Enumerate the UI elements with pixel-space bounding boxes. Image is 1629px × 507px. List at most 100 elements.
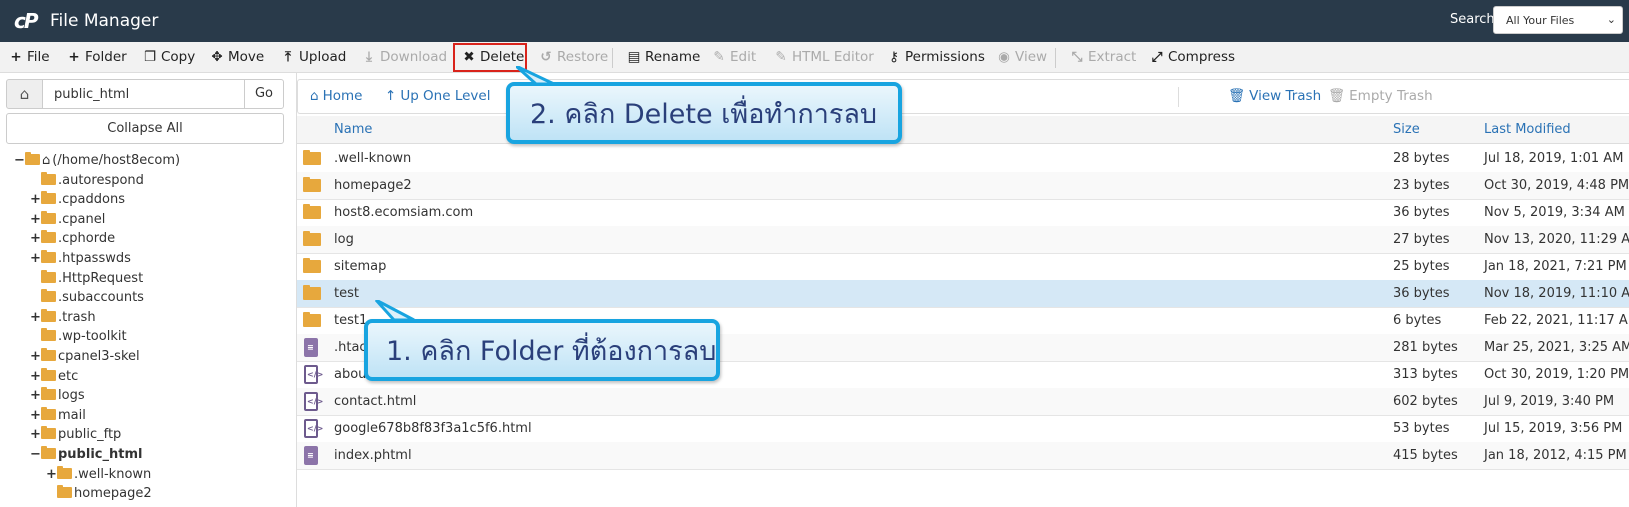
download-button[interactable]: ⤓ Download <box>362 42 447 73</box>
file-name: test1 <box>334 313 368 328</box>
view-button[interactable]: ◉ View <box>997 42 1047 73</box>
path-input[interactable]: public_html <box>42 79 245 109</box>
collapse-icon[interactable]: − <box>30 446 41 464</box>
tree-item[interactable]: + .cpaddons <box>30 191 125 209</box>
table-row[interactable]: sitemap 25 bytes Jan 18, 2021, 7:21 PM <box>297 253 1629 281</box>
upload-icon: ⤒ <box>285 49 291 65</box>
toolbar-label: Restore <box>557 49 609 65</box>
table-row[interactable]: test 36 bytes Nov 18, 2019, 11:10 AM <box>297 280 1629 308</box>
collapse-icon[interactable]: − <box>14 152 25 170</box>
tree-item[interactable]: + .cpanel <box>30 210 105 229</box>
folder-icon <box>41 308 56 322</box>
compress-button[interactable]: ⤢ Compress <box>1150 42 1235 73</box>
tree-item[interactable]: .subaccounts <box>30 289 144 307</box>
extract-button[interactable]: ⤡ Extract <box>1070 42 1137 73</box>
up-one-level-button[interactable]: ↑ Up One Level <box>385 80 490 113</box>
permissions-button[interactable]: ⚷ Permissions <box>887 42 985 73</box>
sidebar: ⌂ public_html Go Collapse All − ⌂ (/home/h… <box>0 73 297 507</box>
plus-icon: + <box>68 49 80 65</box>
expand-icon[interactable]: + <box>30 250 41 268</box>
new-folder-button[interactable]: + Folder <box>67 42 126 73</box>
cpanel-logo[interactable]: cP <box>14 9 38 33</box>
tree-item[interactable]: + .well-known <box>46 465 151 484</box>
tree-item-label: homepage2 <box>74 486 152 502</box>
expand-icon[interactable]: + <box>30 426 41 444</box>
table-header: Name Size Last Modified <box>297 116 1629 144</box>
expand-icon[interactable]: + <box>30 211 41 229</box>
tree-item[interactable]: − public_html <box>30 446 142 464</box>
callout-step1: 1. คลิก Folder ที่ต้องการลบ <box>364 319 720 381</box>
toolbar-label: HTML Editor <box>792 49 874 65</box>
text-file-icon: ≡ <box>304 338 318 357</box>
view-trash-button[interactable]: 🗑 View Trash <box>1228 80 1321 113</box>
tree-item-label: etc <box>58 368 79 384</box>
expand-icon[interactable]: + <box>30 387 41 405</box>
move-button[interactable]: ✥ Move <box>210 42 264 73</box>
column-header-modified[interactable]: Last Modified <box>1484 116 1571 144</box>
toolbar-label: Permissions <box>905 49 985 65</box>
search-scope-select[interactable]: All Your Files ⌄ <box>1493 6 1623 34</box>
folder-icon <box>41 191 56 205</box>
home-button[interactable]: ⌂ Home <box>310 80 362 113</box>
go-button[interactable]: Go <box>244 79 284 109</box>
search-label: Search <box>1450 12 1495 27</box>
file-size: 313 bytes <box>1393 367 1458 382</box>
tree-item[interactable]: + logs <box>30 387 85 405</box>
table-row[interactable]: homepage2 23 bytes Oct 30, 2019, 4:48 PM <box>297 172 1629 200</box>
table-row[interactable]: log 27 bytes Nov 13, 2020, 11:29 AM <box>297 226 1629 254</box>
tree-item[interactable]: .wp-toolkit <box>30 328 127 346</box>
tree-item[interactable]: homepage2 <box>46 485 152 503</box>
tree-item[interactable]: + public_ftp <box>30 426 121 444</box>
new-file-button[interactable]: + File <box>9 42 49 73</box>
expand-icon[interactable]: + <box>30 309 41 327</box>
table-row[interactable]: host8.ecomsiam.com 36 bytes Nov 5, 2019, 3… <box>297 199 1629 227</box>
trash-icon: 🗑 <box>1328 88 1346 104</box>
table-row[interactable]: </> google678b8f83f3a1c5f6.html 53 bytes Ju… <box>297 415 1629 443</box>
home-icon: ⌂ <box>310 88 319 104</box>
expand-icon[interactable]: + <box>30 407 41 425</box>
home-icon: ⌂ <box>42 153 51 168</box>
empty-trash-button[interactable]: 🗑 Empty Trash <box>1328 80 1433 113</box>
table-row[interactable]: .well-known 28 bytes Jul 18, 2019, 1:01 AM <box>297 145 1629 173</box>
toolbar-divider <box>612 48 613 68</box>
tree-item[interactable]: .HttpRequest <box>30 269 144 288</box>
tree-item[interactable]: + etc <box>30 367 79 386</box>
folder-icon <box>41 289 56 303</box>
callout-step1-tail <box>374 300 415 322</box>
tree-item[interactable]: + .htpasswds <box>30 250 131 268</box>
rename-button[interactable]: ▤ Rename <box>627 42 701 73</box>
plus-icon: + <box>10 49 22 65</box>
tree-item[interactable]: + mail <box>30 406 86 425</box>
column-header-size[interactable]: Size <box>1393 116 1420 144</box>
expand-icon[interactable]: + <box>30 348 41 366</box>
copy-button[interactable]: ❐ Copy <box>143 42 195 73</box>
expand-icon[interactable]: + <box>30 230 41 248</box>
tree-item[interactable]: + .cphorde <box>30 230 115 248</box>
copy-icon: ❐ <box>143 49 157 65</box>
file-modified: Nov 13, 2020, 11:29 AM <box>1484 232 1629 247</box>
tree-item[interactable]: .autorespond <box>30 171 144 190</box>
file-modified: Nov 18, 2019, 11:10 AM <box>1484 286 1629 301</box>
column-header-name[interactable]: Name <box>334 116 372 144</box>
table-row[interactable]: ≡ index.phtml 415 bytes Jan 18, 2012, 4:15 … <box>297 442 1629 470</box>
upload-button[interactable]: ⤒ Upload <box>281 42 346 73</box>
extract-icon: ⤡ <box>1071 49 1083 65</box>
file-name: homepage2 <box>334 178 412 193</box>
file-modified: Jul 9, 2019, 3:40 PM <box>1484 394 1615 409</box>
table-row[interactable]: </> contact.html 602 bytes Jul 9, 2019, 3:4… <box>297 388 1629 416</box>
home-icon[interactable]: ⌂ <box>6 79 43 109</box>
html-editor-button[interactable]: ✎ HTML Editor <box>774 42 874 73</box>
navigation-bar: ⌂ Home ↑ Up One Level 🗑 View Trash 🗑 Empty T… <box>297 79 1629 114</box>
tree-item[interactable]: + .trash <box>30 308 96 327</box>
expand-icon[interactable]: + <box>46 466 57 484</box>
collapse-all-button[interactable]: Collapse All <box>6 113 284 144</box>
expand-icon[interactable]: + <box>30 368 41 386</box>
tree-item[interactable]: + cpanel3-skel <box>30 348 140 366</box>
file-size: 36 bytes <box>1393 205 1450 220</box>
expand-icon[interactable]: + <box>30 191 41 209</box>
tree-item[interactable]: − ⌂ (/home/host8ecom) <box>14 152 180 170</box>
file-size: 53 bytes <box>1393 421 1450 436</box>
edit-button[interactable]: ✎ Edit <box>712 42 756 73</box>
tree-item-label: .trash <box>58 309 96 325</box>
tree-item-label: .HttpRequest <box>58 270 144 286</box>
